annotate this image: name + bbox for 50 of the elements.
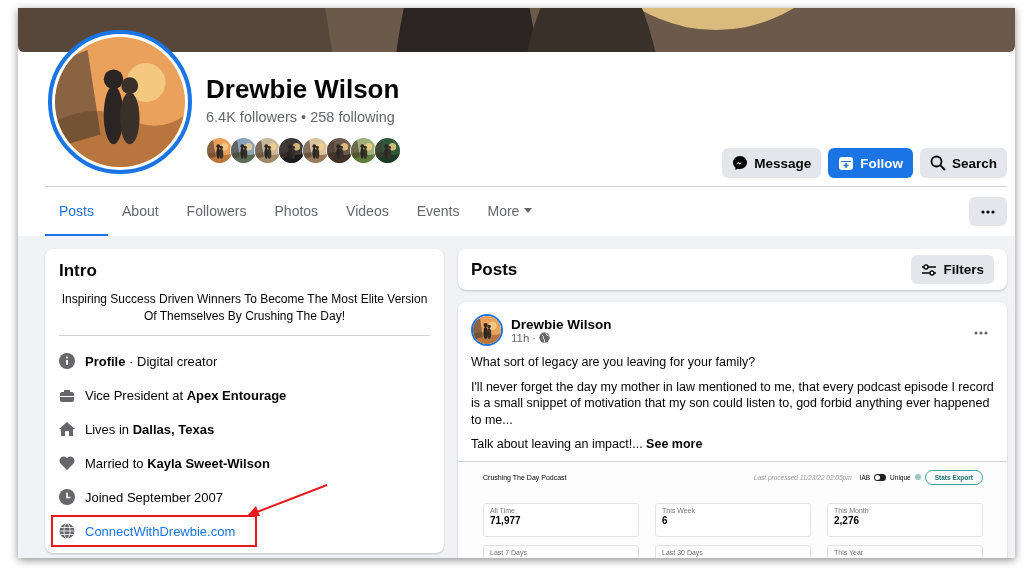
profile-tab[interactable]: Photos (260, 187, 333, 237)
separator-dot: • (301, 109, 307, 125)
profile-tab[interactable]: Events (402, 187, 474, 237)
info-icon (59, 353, 75, 369)
globe-icon (59, 523, 75, 539)
intro-detail: Profile · Digital creator (85, 353, 218, 369)
see-more-link[interactable]: See more (646, 437, 703, 451)
toggle-switch[interactable] (874, 473, 887, 481)
more-options-button[interactable] (969, 197, 1007, 226)
globe-icon (539, 332, 551, 343)
sliders-icon (921, 261, 938, 278)
stat-value: 6 (662, 514, 669, 526)
search-icon (929, 155, 946, 171)
briefcase-icon (59, 387, 75, 403)
message-button[interactable]: Message (722, 148, 822, 178)
bio-text: Inspiring Success Driven Winners To Become The Most Elite Version Of Themselves By Crushing The Day! (59, 291, 430, 336)
profile-tab[interactable]: Videos (332, 187, 403, 237)
caret-icon (524, 207, 533, 214)
filters-button[interactable]: Filters (911, 255, 994, 284)
intro-detail: Vice President at Apex Entourage (85, 387, 287, 403)
section-title: Posts (471, 259, 518, 280)
clock-icon (59, 489, 75, 505)
messenger-icon (732, 155, 749, 171)
intro-detail: Lives in Dallas, Texas (85, 421, 215, 437)
website-link[interactable]: ConnectWithDrewbie.com (85, 523, 236, 539)
stat-value: 71,977 (490, 514, 522, 526)
post-time[interactable]: 11h (511, 331, 530, 344)
post-author[interactable]: Drewbie Wilson (511, 316, 612, 332)
card-title: Intro (59, 261, 98, 281)
separator-dot: · (532, 331, 537, 344)
profile-tab[interactable]: Followers (172, 187, 261, 237)
ellipsis-icon (974, 330, 988, 335)
intro-detail: Joined September 2007 (85, 489, 224, 505)
house-icon (59, 421, 75, 437)
followers-count[interactable]: 6.4K followers (206, 109, 298, 125)
more-tab[interactable]: More (473, 187, 547, 237)
add-friend-icon (838, 155, 855, 171)
post-text: I'll never forget the day my mother in law mentioned to me, that every podcast episode I record is a small snippet of motivation that my son could listen to, god forbid anything ever happened to me... (471, 378, 994, 428)
intro-detail: Married to Kayla Sweet-Wilson (85, 455, 270, 471)
following-count[interactable]: 258 following (310, 109, 395, 125)
info-icon (914, 474, 921, 480)
post-text: Talk about leaving an impact!... See more (471, 436, 704, 453)
post-text: What sort of legacy are you leaving for your family? (471, 354, 757, 371)
search-button[interactable]: Search (919, 148, 1007, 178)
ellipsis-icon (981, 209, 995, 214)
profile-tab[interactable]: About (108, 187, 173, 237)
heart-icon (59, 455, 75, 471)
stat-value: 2,276 (834, 514, 861, 526)
profile-name: Drewbie Wilson (206, 74, 400, 105)
follow-button[interactable]: Follow (828, 148, 913, 178)
